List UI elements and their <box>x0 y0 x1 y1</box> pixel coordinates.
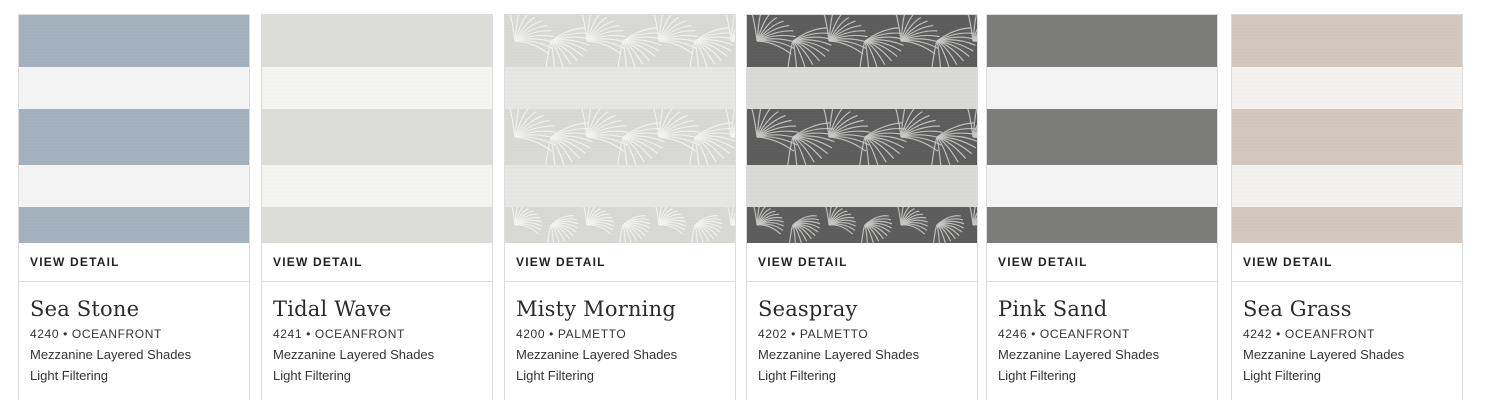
product-opacity: Light Filtering <box>998 368 1077 383</box>
product-code: 4202 • PALMETTO <box>758 326 966 342</box>
fabric-swatch-image[interactable] <box>1232 15 1462 243</box>
fabric-swatch-image[interactable] <box>262 15 492 243</box>
product-collection: PALMETTO <box>799 327 869 341</box>
product-card[interactable]: VIEW DETAIL Tidal Wave 4241 • OCEANFRONT M… <box>261 14 493 400</box>
product-number: 4241 <box>273 327 303 341</box>
product-opacity: Light Filtering <box>516 368 595 383</box>
product-name[interactable]: Misty Morning <box>516 296 724 322</box>
product-opacity: Light Filtering <box>273 368 352 383</box>
fabric-vane <box>19 207 249 243</box>
product-code: 4242 • OCEANFRONT <box>1243 326 1451 342</box>
product-collection: OCEANFRONT <box>314 327 405 341</box>
fabric-vane <box>1232 109 1462 165</box>
fabric-vane <box>987 207 1217 243</box>
sheer-band <box>1232 67 1462 109</box>
product-info: Misty Morning 4200 • PALMETTO Mezzanine La… <box>505 282 735 384</box>
view-detail-link[interactable]: VIEW DETAIL <box>262 243 492 282</box>
product-code: 4246 • OCEANFRONT <box>998 326 1206 342</box>
product-collection: PALMETTO <box>557 327 627 341</box>
product-name[interactable]: Sea Grass <box>1243 296 1451 322</box>
view-detail-link[interactable]: VIEW DETAIL <box>1232 243 1462 282</box>
swatch-graphic <box>262 15 492 243</box>
product-code: 4240 • OCEANFRONT <box>30 326 238 342</box>
sheer-band <box>505 67 735 109</box>
separator-dot: • <box>63 327 68 341</box>
swatch-graphic <box>747 15 977 243</box>
product-opacity: Light Filtering <box>30 368 109 383</box>
fabric-vane <box>262 109 492 165</box>
product-name[interactable]: Seaspray <box>758 296 966 322</box>
sheer-band <box>19 67 249 109</box>
product-name[interactable]: Tidal Wave <box>273 296 481 322</box>
product-line: Mezzanine Layered Shades <box>30 347 192 362</box>
swatch-graphic <box>505 15 735 243</box>
fabric-swatch-image[interactable] <box>747 15 977 243</box>
product-info: Tidal Wave 4241 • OCEANFRONT Mezzanine Lay… <box>262 282 492 384</box>
sheer-band <box>1232 165 1462 207</box>
separator-dot: • <box>791 327 796 341</box>
separator-dot: • <box>549 327 554 341</box>
separator-dot: • <box>1276 327 1281 341</box>
separator-dot: • <box>1031 327 1036 341</box>
fabric-vane <box>1232 207 1462 243</box>
sheer-band <box>987 67 1217 109</box>
sheer-band <box>987 165 1217 207</box>
sheer-band <box>262 67 492 109</box>
fabric-swatch-image[interactable] <box>987 15 1217 243</box>
fabric-vane <box>19 109 249 165</box>
product-grid: VIEW DETAIL Sea Stone 4240 • OCEANFRONT Me… <box>0 0 1500 400</box>
swatch-graphic <box>1232 15 1462 243</box>
product-card[interactable]: VIEW DETAIL Pink Sand 4246 • OCEANFRONT Me… <box>986 14 1218 400</box>
product-info: Pink Sand 4246 • OCEANFRONT Mezzanine Laye… <box>987 282 1217 384</box>
product-line: Mezzanine Layered Shades <box>998 347 1160 362</box>
product-line: Mezzanine Layered Shades <box>516 347 678 362</box>
fabric-swatch-image[interactable] <box>505 15 735 243</box>
fabric-swatch-image[interactable] <box>19 15 249 243</box>
sheer-band <box>505 165 735 207</box>
view-detail-link[interactable]: VIEW DETAIL <box>987 243 1217 282</box>
sheer-band <box>262 165 492 207</box>
product-card[interactable]: VIEW DETAIL Sea Grass 4242 • OCEANFRONT Me… <box>1231 14 1463 400</box>
fabric-vane <box>262 207 492 243</box>
fabric-vane <box>987 109 1217 165</box>
sheer-band <box>19 165 249 207</box>
product-opacity: Light Filtering <box>758 368 837 383</box>
product-number: 4240 <box>30 327 60 341</box>
product-collection: OCEANFRONT <box>1039 327 1130 341</box>
sheer-band <box>747 67 977 109</box>
product-line: Mezzanine Layered Shades <box>1243 347 1405 362</box>
product-opacity: Light Filtering <box>1243 368 1322 383</box>
product-number: 4242 <box>1243 327 1273 341</box>
product-info: Seaspray 4202 • PALMETTO Mezzanine Layered… <box>747 282 977 384</box>
separator-dot: • <box>306 327 311 341</box>
product-number: 4200 <box>516 327 546 341</box>
product-card[interactable]: VIEW DETAIL Seaspray 4202 • PALMETTO Mezza… <box>746 14 978 400</box>
product-name[interactable]: Pink Sand <box>998 296 1206 322</box>
swatch-graphic <box>987 15 1217 243</box>
product-line: Mezzanine Layered Shades <box>273 347 435 362</box>
product-collection: OCEANFRONT <box>1284 327 1375 341</box>
product-number: 4246 <box>998 327 1028 341</box>
product-info: Sea Stone 4240 • OCEANFRONT Mezzanine Laye… <box>19 282 249 384</box>
product-collection: OCEANFRONT <box>71 327 162 341</box>
sheer-band <box>747 165 977 207</box>
view-detail-link[interactable]: VIEW DETAIL <box>505 243 735 282</box>
product-code: 4200 • PALMETTO <box>516 326 724 342</box>
view-detail-link[interactable]: VIEW DETAIL <box>19 243 249 282</box>
view-detail-link[interactable]: VIEW DETAIL <box>747 243 977 282</box>
product-name[interactable]: Sea Stone <box>30 296 238 322</box>
product-info: Sea Grass 4242 • OCEANFRONT Mezzanine Laye… <box>1232 282 1462 384</box>
product-card[interactable]: VIEW DETAIL Sea Stone 4240 • OCEANFRONT Me… <box>18 14 250 400</box>
product-card[interactable]: VIEW DETAIL Misty Morning 4200 • PALMETTO … <box>504 14 736 400</box>
product-number: 4202 <box>758 327 788 341</box>
product-code: 4241 • OCEANFRONT <box>273 326 481 342</box>
swatch-graphic <box>19 15 249 243</box>
product-line: Mezzanine Layered Shades <box>758 347 920 362</box>
